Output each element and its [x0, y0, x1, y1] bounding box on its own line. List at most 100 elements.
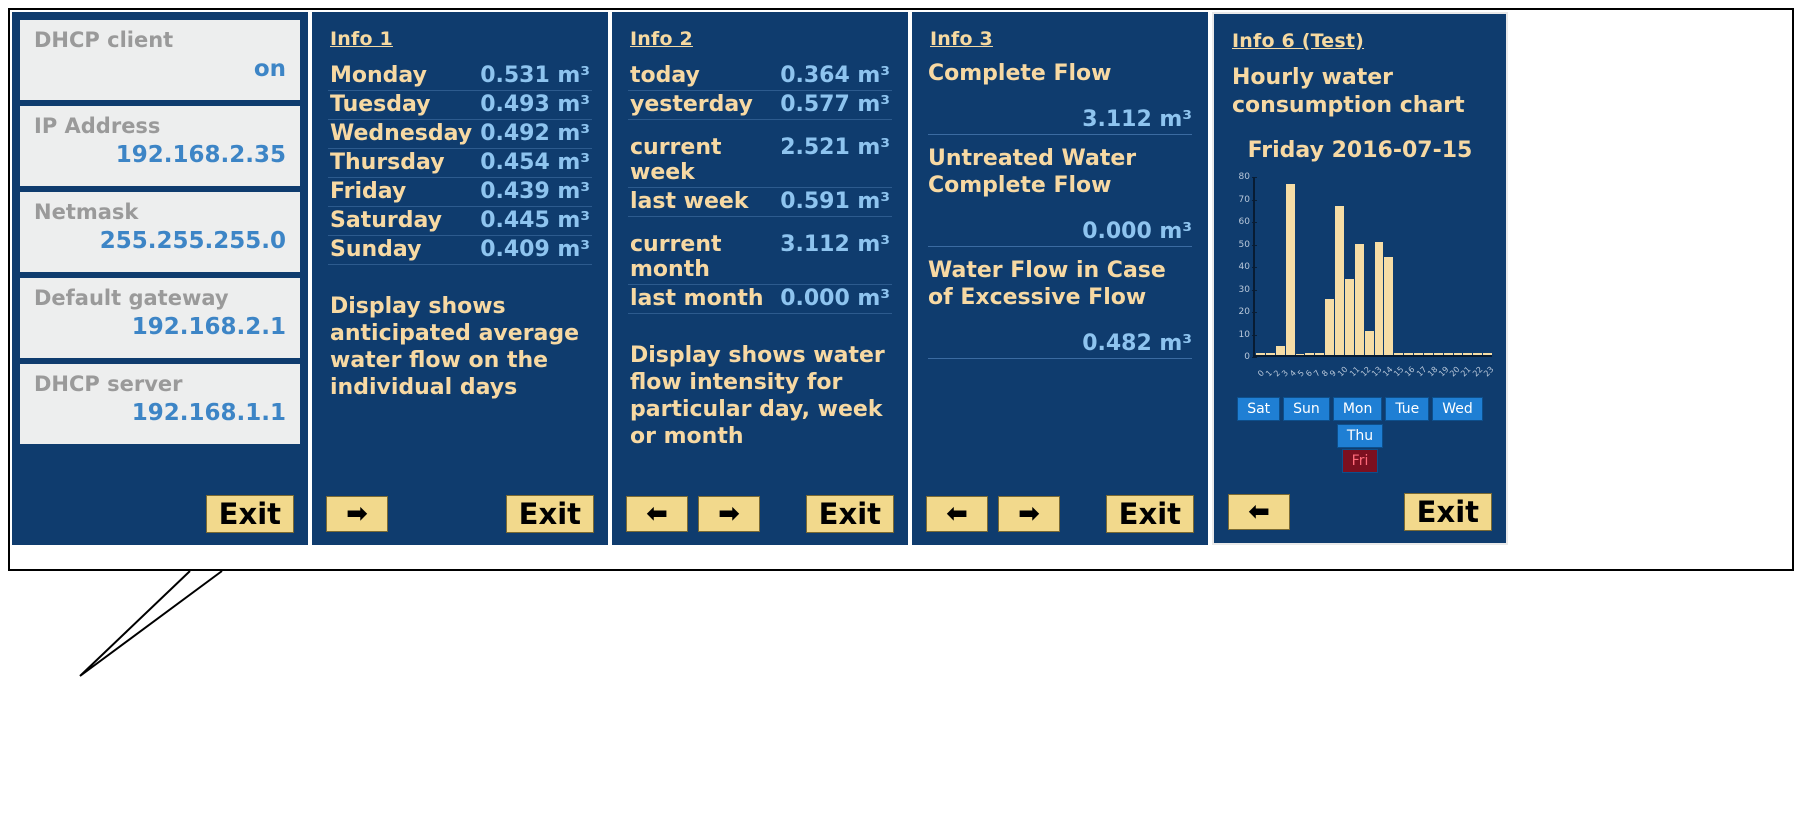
row-value: 0.454 m³	[480, 150, 590, 175]
row-value: 0.493 m³	[480, 92, 590, 117]
flow-block: Water Flow in Case of Excessive Flow 0.48…	[928, 257, 1192, 359]
row-gap	[628, 217, 892, 231]
panel-info6: Info 6 (Test) Hourly water consumption c…	[1212, 12, 1508, 545]
flow-block: Untreated Water Complete Flow 0.000 m³	[928, 145, 1192, 247]
row-key: current month	[630, 232, 722, 282]
arrow-left-icon: ⬅	[646, 499, 668, 529]
row-key: Monday	[330, 63, 427, 88]
arrow-left-icon: ⬅	[1248, 497, 1270, 527]
day-button-selected[interactable]: Fri	[1341, 449, 1379, 473]
y-tick-label: 30	[1238, 284, 1250, 295]
flow-block-label: Complete Flow	[928, 61, 1112, 86]
day-button[interactable]: Sun	[1283, 397, 1330, 421]
exit-button[interactable]: Exit	[505, 495, 594, 533]
prev-button[interactable]: ⬅	[926, 496, 988, 532]
network-card-label: DHCP client	[34, 28, 174, 52]
network-card[interactable]: Netmask 255.255.255.0	[20, 192, 300, 272]
chart-bar	[1285, 183, 1295, 355]
chart-bar	[1374, 241, 1384, 355]
row-value: 0.492 m³	[480, 121, 590, 146]
network-card-value: 192.168.2.35	[115, 142, 286, 168]
row-key: Tuesday	[330, 92, 431, 117]
chart-x-axis-line	[1253, 355, 1492, 357]
network-card[interactable]: DHCP server 192.168.1.1	[20, 364, 300, 444]
network-card[interactable]: DHCP client on	[20, 20, 300, 100]
chart-bar	[1414, 352, 1423, 355]
network-card-label: DHCP server	[34, 372, 183, 396]
chart-bar	[1394, 352, 1404, 355]
data-row: Wednesday 0.492 m³	[328, 120, 592, 149]
day-button[interactable]: Tue	[1385, 397, 1430, 421]
y-tick-label: 60	[1238, 217, 1250, 227]
flow-block-value: 3.112 m³	[1082, 107, 1192, 132]
y-tick-mark	[1252, 357, 1257, 358]
panel-title-info3: Info 3	[930, 28, 993, 50]
row-key: Wednesday	[330, 121, 473, 146]
chart-y-axis: 0 10 20 30 40 50 60 70 80	[1228, 172, 1257, 362]
day-button[interactable]: Sat	[1237, 397, 1281, 421]
network-card-label: Netmask	[34, 200, 139, 224]
row-key: today	[630, 63, 700, 88]
exit-button[interactable]: Exit	[1403, 493, 1492, 531]
info1-note: Display shows anticipated average water …	[330, 294, 580, 400]
y-tick-label: 70	[1238, 194, 1250, 205]
row-key: yesterday	[630, 92, 753, 117]
info1-button-bar: ➡ Exit	[312, 495, 608, 533]
exit-button[interactable]: Exit	[805, 495, 894, 533]
chart-bar	[1404, 352, 1413, 355]
data-row: today 0.364 m³	[628, 62, 892, 91]
chart-bar	[1344, 279, 1354, 355]
network-card-value: 192.168.2.1	[131, 314, 286, 340]
day-selector-selected-row: Fri	[1214, 449, 1506, 473]
data-row: last week 0.591 m³	[628, 188, 892, 217]
data-row: current month 3.112 m³	[628, 231, 892, 285]
network-button-bar: Exit	[12, 495, 308, 533]
panel-info1: Info 1 Monday 0.531 m³ Tuesday 0.493 m³ Wedn…	[312, 12, 608, 545]
x-tick-label: 23	[1481, 364, 1496, 379]
data-row: Tuesday 0.493 m³	[328, 91, 592, 120]
chart-bar	[1483, 352, 1492, 355]
chart-bar	[1315, 352, 1325, 355]
info2-button-bar: ⬅ ➡ Exit	[612, 495, 908, 533]
row-gap	[628, 120, 892, 134]
next-button[interactable]: ➡	[998, 496, 1060, 532]
data-row: Saturday 0.445 m³	[328, 207, 592, 236]
panel-network: DHCP client on IP Address 192.168.2.35 Netma…	[12, 12, 308, 545]
network-card[interactable]: Default gateway 192.168.2.1	[20, 278, 300, 358]
panel-info2: Info 2 today 0.364 m³ yesterday 0.577 m³ cur…	[612, 12, 908, 545]
day-button[interactable]: Thu	[1336, 424, 1384, 448]
y-tick-label: 0	[1244, 352, 1250, 362]
chart-bar	[1335, 205, 1344, 355]
day-button[interactable]: Mon	[1332, 397, 1383, 421]
network-card-value: 192.168.1.1	[131, 400, 286, 426]
callout-container: DHCP client on IP Address 192.168.2.35 Netma…	[0, 0, 1817, 819]
chart-bar	[1453, 352, 1463, 355]
network-card[interactable]: IP Address 192.168.2.35	[20, 106, 300, 186]
data-row: last month 0.000 m³	[628, 285, 892, 314]
chart-bar	[1305, 352, 1315, 355]
info3-button-bar: ⬅ ➡ Exit	[912, 495, 1208, 533]
chart-bar	[1354, 243, 1364, 355]
exit-button[interactable]: Exit	[1105, 495, 1194, 533]
info1-rows: Monday 0.531 m³ Tuesday 0.493 m³ Wednesday 0.…	[328, 62, 592, 265]
next-button[interactable]: ➡	[698, 496, 760, 532]
prev-button[interactable]: ⬅	[1228, 494, 1290, 530]
chart-bar	[1265, 352, 1275, 355]
chart-bar	[1256, 352, 1265, 355]
net-card-list: DHCP client on IP Address 192.168.2.35 Netma…	[20, 20, 300, 444]
y-tick-label: 20	[1238, 307, 1250, 317]
panel-info3: Info 3 Complete Flow 3.112 m³ Untreated Wa…	[912, 12, 1208, 545]
row-key: Thursday	[330, 150, 445, 175]
row-value: 0.000 m³	[780, 286, 890, 311]
chart-bar	[1325, 299, 1334, 355]
flow-block-label: Water Flow in Case of Excessive Flow	[928, 258, 1166, 310]
prev-button[interactable]: ⬅	[626, 496, 688, 532]
chart-bar	[1423, 352, 1433, 355]
flow-block: Complete Flow 3.112 m³	[928, 60, 1192, 135]
row-value: 0.439 m³	[480, 179, 590, 204]
row-value: 0.531 m³	[480, 63, 590, 88]
day-button[interactable]: Wed	[1432, 397, 1483, 421]
exit-button[interactable]: Exit	[205, 495, 294, 533]
data-row: Sunday 0.409 m³	[328, 236, 592, 265]
next-button[interactable]: ➡	[326, 496, 388, 532]
